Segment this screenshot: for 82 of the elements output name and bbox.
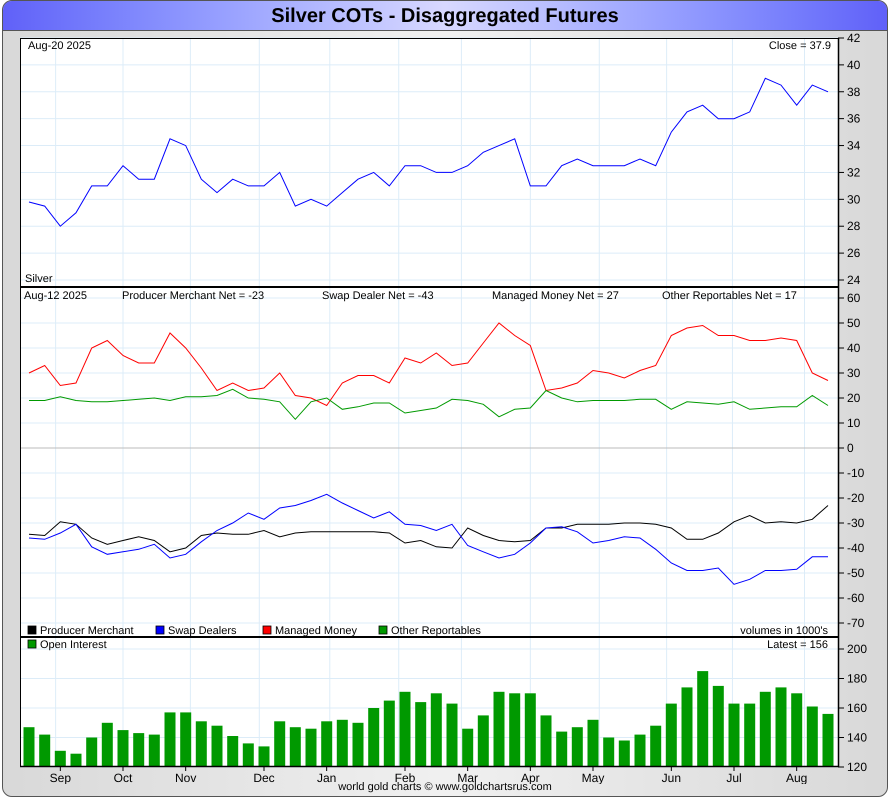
open-interest-bar xyxy=(70,754,82,767)
legend-label: Other Reportables xyxy=(391,625,481,636)
axis-tick-label: 30 xyxy=(847,366,860,380)
open-interest-bar xyxy=(415,702,426,767)
open-interest-bar xyxy=(822,714,834,767)
axis-tick-label: -20 xyxy=(847,491,864,505)
axis-tick-label: 26 xyxy=(847,246,860,260)
axis-tick-label: 20 xyxy=(847,391,860,405)
chart-title: Silver COTs - Disaggregated Futures xyxy=(3,1,887,31)
axis-tick-label: -70 xyxy=(847,616,864,630)
axis-tick-label: 120 xyxy=(847,760,868,774)
axis-tick-label: 40 xyxy=(847,341,860,355)
axis-tick-label: -10 xyxy=(847,466,864,480)
axis-tick-label: 36 xyxy=(847,112,860,126)
open-interest-bar xyxy=(86,738,98,767)
open-interest-bar xyxy=(133,733,144,767)
axis-tick-label: 32 xyxy=(847,165,860,180)
open-interest-bar xyxy=(212,726,222,767)
net-position-label: Producer Merchant Net = -23 xyxy=(122,290,264,302)
date-label: Aug-20 2025 xyxy=(28,40,91,52)
month-label: Feb xyxy=(394,771,416,784)
month-label: Oct xyxy=(114,771,132,784)
open-interest-bar xyxy=(118,730,128,767)
legend-label: Swap Dealers xyxy=(168,625,236,636)
open-interest-bar xyxy=(24,727,34,767)
open-interest-bar xyxy=(274,721,286,767)
month-label: Jun xyxy=(662,771,682,784)
open-interest-bar xyxy=(258,746,270,767)
open-interest-bar xyxy=(321,721,332,767)
axis-tick-label: 10 xyxy=(847,416,860,430)
month-label: Jul xyxy=(726,771,742,784)
axis-tick-label: -40 xyxy=(847,541,864,555)
open-interest-bar xyxy=(744,704,756,767)
axis-tick-label: 30 xyxy=(847,192,860,206)
footer-credit: world gold charts © www.goldchartsrus.com xyxy=(338,781,552,793)
axis-tick-label: 140 xyxy=(847,730,868,744)
axis-tick-label: 42 xyxy=(847,32,860,45)
axis-tick-label: 160 xyxy=(847,701,868,715)
open-interest-bar xyxy=(39,734,50,767)
open-interest-bar xyxy=(446,704,458,767)
axis-tick-label: -50 xyxy=(847,566,864,580)
axis-tick-label: 50 xyxy=(847,316,860,330)
series-name-label: Silver xyxy=(25,273,53,285)
open-interest-bar xyxy=(634,734,646,767)
open-interest-bar xyxy=(180,712,192,767)
axis-tick-label: -60 xyxy=(847,591,864,605)
date-label: Aug-12 2025 xyxy=(24,290,87,302)
latest-label: Latest = 156 xyxy=(767,639,828,651)
legend-label: Managed Money xyxy=(275,625,357,636)
month-label: Nov xyxy=(175,771,196,784)
open-interest-bar xyxy=(603,738,614,767)
units-note: volumes in 1000's xyxy=(740,625,828,636)
open-interest-bar xyxy=(588,720,598,767)
legend-label: Open Interest xyxy=(40,639,107,651)
open-interest-bar xyxy=(306,728,316,767)
open-interest-bar xyxy=(556,732,568,767)
open-interest-bar xyxy=(650,726,662,767)
axis-tick-label: 38 xyxy=(847,84,860,99)
axis-tick-label: 24 xyxy=(847,273,860,286)
axis-tick-label: 34 xyxy=(847,138,860,153)
open-interest-bar xyxy=(540,715,552,767)
open-interest-bar xyxy=(352,722,364,768)
month-label: Jan xyxy=(316,771,336,784)
axis-tick-label: 28 xyxy=(847,219,860,234)
net-position-label: Swap Dealer Net = -43 xyxy=(322,290,434,302)
month-label: Mar xyxy=(457,771,478,784)
open-interest-bar xyxy=(368,708,380,767)
net-position-label: Managed Money Net = 27 xyxy=(492,290,619,302)
axis-tick-label: 40 xyxy=(847,58,860,72)
axis-tick-label: 200 xyxy=(847,642,868,656)
axis-tick-label: -30 xyxy=(847,516,864,530)
close-label: Close = 37.9 xyxy=(768,40,831,52)
axis-tick-label: 180 xyxy=(847,672,868,686)
axis-tick-label: 60 xyxy=(847,291,860,305)
open-interest-bar xyxy=(728,704,740,767)
open-interest-bar xyxy=(164,712,176,767)
axis-tick-label: 0 xyxy=(847,441,854,455)
month-label: Dec xyxy=(253,771,275,784)
open-interest-bar xyxy=(227,736,238,767)
open-interest-bar xyxy=(462,728,474,767)
net-position-label: Other Reportables Net = 17 xyxy=(662,290,797,302)
legend-label: Producer Merchant xyxy=(40,625,134,636)
